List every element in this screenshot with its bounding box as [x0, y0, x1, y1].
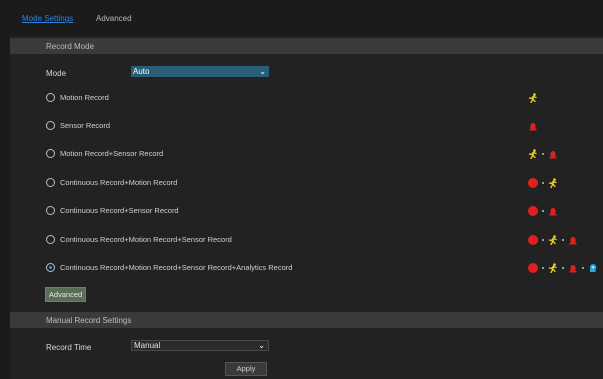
record-type-icons	[528, 262, 598, 274]
continuous-record-icon	[528, 263, 538, 273]
continuous-record-icon	[528, 178, 538, 188]
record-type-icons	[528, 92, 538, 104]
plus-separator-icon	[582, 267, 584, 269]
manual-record-header: Manual Record Settings	[10, 312, 603, 328]
chevron-down-icon: ⌄	[259, 67, 266, 76]
manual-record-title: Manual Record Settings	[46, 316, 132, 325]
sensor-alarm-icon	[529, 123, 537, 131]
record-option-radio[interactable]	[46, 206, 55, 215]
apply-button[interactable]: Apply	[225, 362, 267, 376]
tab-advanced[interactable]: Advanced	[96, 14, 132, 23]
sensor-alarm-icon	[569, 265, 577, 273]
chevron-down-icon: ⌄	[258, 341, 265, 350]
continuous-record-icon	[528, 235, 538, 245]
record-mode-header: Record Mode	[10, 38, 603, 54]
record-option-row[interactable]: Continuous Record+Motion Record+Sensor R…	[46, 235, 596, 247]
record-option-radio[interactable]	[46, 263, 55, 272]
record-option-row[interactable]: Continuous Record+Motion Record+Sensor R…	[46, 262, 598, 275]
record-type-icons	[528, 234, 578, 246]
record-option-radio[interactable]	[46, 149, 55, 158]
motion-runner-icon	[528, 93, 537, 103]
record-option-row[interactable]: Motion Record	[46, 93, 596, 105]
record-option-row[interactable]: Continuous Record+Motion Record	[46, 178, 596, 190]
plus-separator-icon	[542, 182, 544, 184]
advanced-button[interactable]: Advanced	[45, 287, 86, 302]
record-option-label: Continuous Record+Motion Record+Sensor R…	[60, 235, 232, 244]
plus-separator-icon	[542, 153, 544, 155]
motion-runner-icon	[548, 263, 557, 273]
plus-separator-icon	[562, 239, 564, 241]
sensor-alarm-icon	[549, 151, 557, 159]
top-tab-bar: Mode Settings Advanced	[0, 0, 603, 36]
record-option-label: Continuous Record+Motion Record+Sensor R…	[60, 263, 293, 272]
record-option-label: Motion Record	[60, 93, 109, 102]
continuous-record-icon	[528, 206, 538, 216]
mode-label: Mode	[46, 69, 67, 78]
record-type-icons	[528, 120, 538, 132]
record-time-label: Record Time	[46, 343, 92, 352]
analytics-head-icon	[589, 264, 597, 272]
record-option-row[interactable]: Sensor Record	[46, 121, 596, 133]
plus-separator-icon	[562, 267, 564, 269]
sensor-alarm-icon	[549, 208, 557, 216]
motion-runner-icon	[548, 235, 557, 245]
record-option-label: Sensor Record	[60, 121, 111, 130]
record-option-radio[interactable]	[46, 235, 55, 244]
plus-separator-icon	[542, 210, 544, 212]
record-option-radio[interactable]	[46, 178, 55, 187]
record-option-radio[interactable]	[46, 121, 55, 130]
record-mode-title: Record Mode	[46, 42, 95, 51]
record-time-value: Manual	[134, 341, 161, 350]
tab-mode-settings[interactable]: Mode Settings	[22, 14, 73, 23]
plus-separator-icon	[542, 267, 544, 269]
record-time-select[interactable]: Manual ⌄	[131, 340, 269, 351]
record-option-row[interactable]: Motion Record+Sensor Record	[46, 149, 596, 161]
mode-select[interactable]: Auto ⌄	[131, 66, 269, 77]
record-option-label: Motion Record+Sensor Record	[60, 149, 164, 158]
sensor-alarm-icon	[569, 237, 577, 245]
record-type-icons	[528, 177, 558, 189]
motion-runner-icon	[548, 178, 557, 188]
plus-separator-icon	[542, 239, 544, 241]
record-type-icons	[528, 148, 558, 160]
record-option-radio[interactable]	[46, 93, 55, 102]
record-type-icons	[528, 205, 558, 217]
mode-select-value: Auto	[133, 67, 150, 76]
record-option-label: Continuous Record+Motion Record	[60, 178, 178, 187]
motion-runner-icon	[528, 149, 537, 159]
record-option-row[interactable]: Continuous Record+Sensor Record	[46, 206, 596, 218]
record-option-label: Continuous Record+Sensor Record	[60, 206, 179, 215]
